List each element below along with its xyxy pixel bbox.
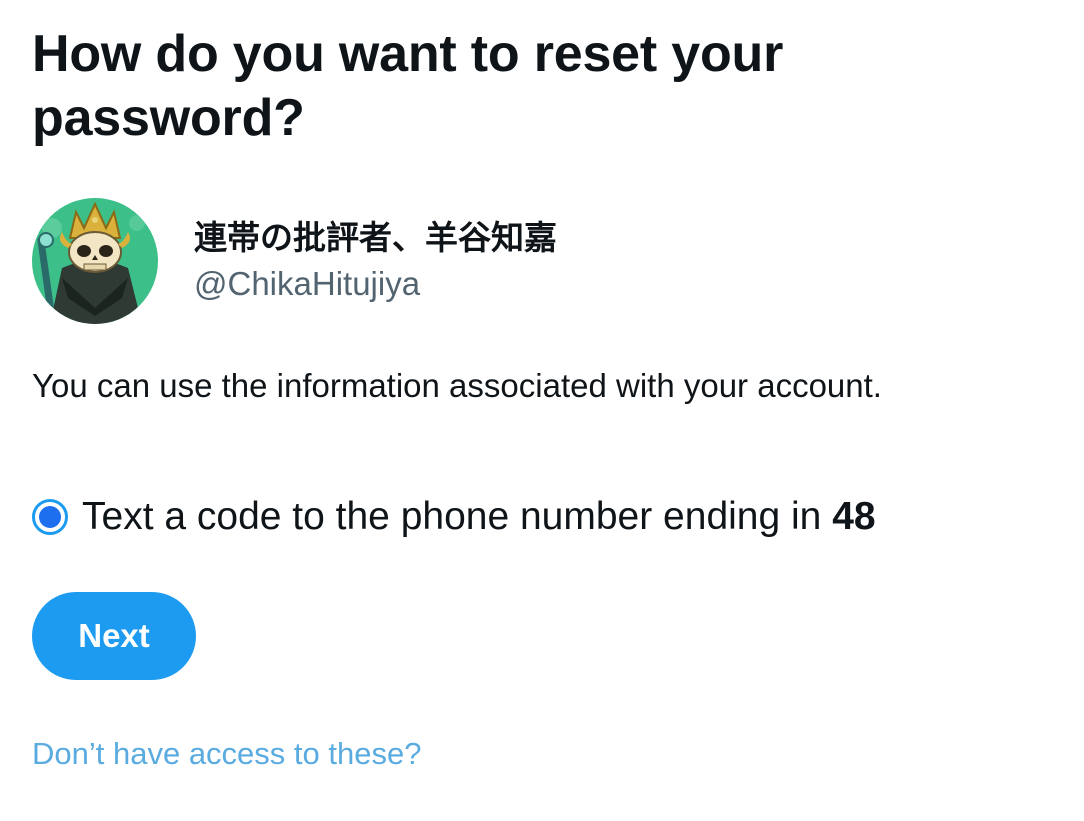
account-names: 連帯の批評者、羊谷知嘉 @ChikaHitujiya: [194, 216, 557, 306]
account-summary: 連帯の批評者、羊谷知嘉 @ChikaHitujiya: [32, 198, 557, 324]
radio-selected-dot: [39, 506, 61, 528]
next-button[interactable]: Next: [32, 592, 196, 680]
info-text: You can use the information associated w…: [32, 367, 882, 404]
avatar: [32, 198, 158, 324]
option-label-prefix: Text a code to the phone number ending i…: [82, 495, 833, 538]
sms-code-option-label: Text a code to the phone number ending i…: [82, 492, 876, 542]
skull-king-avatar-icon: [32, 198, 158, 324]
phone-last-digits: 48: [832, 495, 876, 538]
no-access-link[interactable]: Don’t have access to these?: [32, 732, 421, 776]
page-title: How do you want to reset your password?: [32, 25, 784, 147]
sms-code-radio[interactable]: [32, 499, 68, 535]
account-display-name: 連帯の批評者、羊谷知嘉: [194, 218, 557, 257]
sms-code-option[interactable]: Text a code to the phone number ending i…: [32, 492, 876, 542]
reset-password-panel: How do you want to reset your password?: [32, 22, 1052, 771]
account-handle: @ChikaHitujiya: [194, 265, 421, 302]
